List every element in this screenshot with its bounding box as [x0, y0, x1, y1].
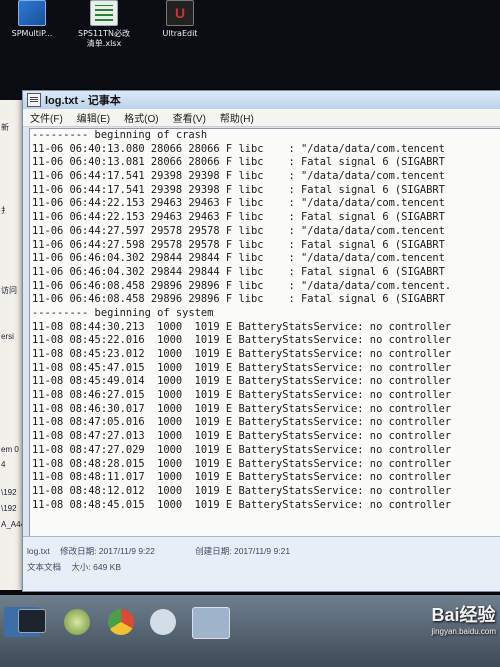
file-details-bar: log.txt 修改日期: 2017/11/9 9:22 创建日期: 2017/… — [23, 536, 500, 591]
fragment-text: em 0 — [1, 445, 19, 454]
baidu-icon[interactable] — [150, 609, 176, 635]
menu-view[interactable]: 查看(V) — [166, 110, 213, 125]
title-bar[interactable]: log.txt - 记事本 — [23, 91, 500, 109]
notepad-taskbar-icon[interactable] — [192, 607, 230, 639]
taskbar: Bai经验 jingyan.baidu.com — [0, 595, 500, 667]
watermark-text: Bai经验 — [431, 605, 496, 625]
log-line: 11-08 08:48:45.015 1000 1019 E BatterySt… — [32, 498, 452, 511]
desktop-icon-xlsx[interactable]: SPS11TN必改 清单.xlsx — [74, 0, 134, 49]
fragment-text: 新 — [1, 123, 9, 132]
log-line: 11-08 08:45:49.014 1000 1019 E BatterySt… — [32, 375, 452, 388]
log-line: 11-08 08:48:28.015 1000 1019 E BatterySt… — [32, 457, 452, 470]
log-line: 11-08 08:46:27.015 1000 1019 E BatterySt… — [32, 389, 452, 402]
log-line: 11-08 08:45:23.012 1000 1019 E BatterySt… — [32, 348, 452, 360]
fragment-text: 扌 — [1, 206, 9, 215]
log-line: 11-06 06:46:04.302 29844 29844 F libc : … — [32, 265, 445, 278]
log-line: 11-08 08:47:27.013 1000 1019 E BatterySt… — [32, 430, 452, 443]
menu-help[interactable]: 帮助(H) — [213, 110, 261, 125]
log-line: 11-06 06:44:27.597 29578 29578 F libc : … — [32, 224, 445, 237]
desktop-icon-label: SPS11TN必改 — [77, 29, 131, 38]
log-line: 11-06 06:44:22.153 29463 29463 F libc : … — [32, 197, 445, 210]
notepad-icon — [27, 93, 41, 107]
desktop-icon-label: SPMultiP... — [11, 29, 53, 38]
desktop-icon-label-2: 清单.xlsx — [86, 39, 122, 48]
desktop-icon-spmultip[interactable]: SPMultiP... — [2, 0, 62, 39]
menu-edit[interactable]: 编辑(E) — [70, 110, 117, 125]
log-line: 11-08 08:47:05.016 1000 1019 E BatterySt… — [32, 416, 452, 429]
log-line: 11-06 06:40:13.081 28066 28066 F libc : … — [32, 156, 445, 169]
terminal-icon[interactable] — [18, 609, 46, 633]
fragment-text: \192 — [1, 488, 17, 497]
log-line: 11-06 06:44:17.541 29398 29398 F libc : … — [32, 183, 445, 196]
chrome-icon[interactable] — [108, 609, 134, 635]
desktop-icon-label: UltraEdit — [162, 29, 198, 38]
excel-file-icon — [90, 0, 118, 26]
fragment-text: 访问 — [1, 286, 17, 295]
log-line: 11-06 06:44:17.541 29398 29398 F libc : … — [32, 170, 445, 183]
log-line: 11-06 06:46:08.458 29896 29896 F libc : … — [32, 293, 445, 306]
log-line: 11-08 08:45:22.016 1000 1019 E BatterySt… — [32, 334, 452, 347]
app-icon — [18, 0, 46, 26]
file-type: 文本文档 — [27, 562, 62, 572]
fragment-text: 4 — [1, 460, 6, 469]
ie-icon[interactable] — [64, 609, 90, 635]
log-line: 11-08 08:46:30.017 1000 1019 E BatterySt… — [32, 402, 452, 415]
modified-date: 修改日期: 2017/11/9 9:22 — [60, 546, 155, 556]
log-line: 11-06 06:46:04.302 29844 29844 F libc : … — [32, 252, 445, 265]
desktop-background: SPMultiP... SPS11TN必改 清单.xlsx U UltraEdi… — [0, 0, 500, 100]
notepad-window[interactable]: log.txt - 记事本 文件(F) 编辑(E) 格式(O) 查看(V) 帮助… — [22, 90, 500, 592]
log-line: 11-06 06:44:22.153 29463 29463 F libc : … — [32, 211, 445, 224]
log-line: 11-06 06:46:08.458 29896 29896 F libc : … — [32, 279, 452, 292]
menu-file[interactable]: 文件(F) — [23, 110, 70, 125]
log-line: 11-06 06:40:13.080 28066 28066 F libc : … — [32, 142, 445, 155]
log-line: 11-08 08:44:30.213 1000 1019 E BatterySt… — [32, 320, 452, 333]
log-line: 11-08 08:48:11.017 1000 1019 E BatterySt… — [32, 471, 452, 484]
created-date: 创建日期: 2017/11/9 9:21 — [195, 546, 291, 556]
log-line: 11-08 08:48:12.012 1000 1019 E BatterySt… — [32, 484, 452, 497]
ultraedit-icon: U — [166, 0, 194, 26]
log-line: --------- beginning of system — [32, 306, 214, 319]
log-line: 11-06 06:44:27.598 29578 29578 F libc : … — [32, 238, 445, 251]
file-size: 大小: 649 KB — [71, 562, 121, 572]
text-editor[interactable]: --------- beginning of crash 11-06 06:40:… — [29, 128, 500, 538]
watermark-sub: jingyan.baidu.com — [431, 627, 496, 636]
log-line: 11-08 08:45:47.015 1000 1019 E BatterySt… — [32, 361, 452, 374]
fragment-text: ersi — [1, 332, 14, 341]
watermark: Bai经验 jingyan.baidu.com — [432, 601, 496, 636]
file-name: log.txt — [27, 546, 50, 556]
window-title: log.txt - 记事本 — [45, 95, 121, 107]
fragment-text: \192 — [1, 504, 17, 513]
desktop-icon-ultraedit[interactable]: U UltraEdit — [150, 0, 210, 39]
log-line: 11-08 08:47:27.029 1000 1019 E BatterySt… — [32, 443, 452, 456]
menu-format[interactable]: 格式(O) — [117, 110, 165, 125]
menu-bar: 文件(F) 编辑(E) 格式(O) 查看(V) 帮助(H) — [23, 109, 500, 127]
log-line: --------- beginning of crash — [32, 129, 208, 141]
